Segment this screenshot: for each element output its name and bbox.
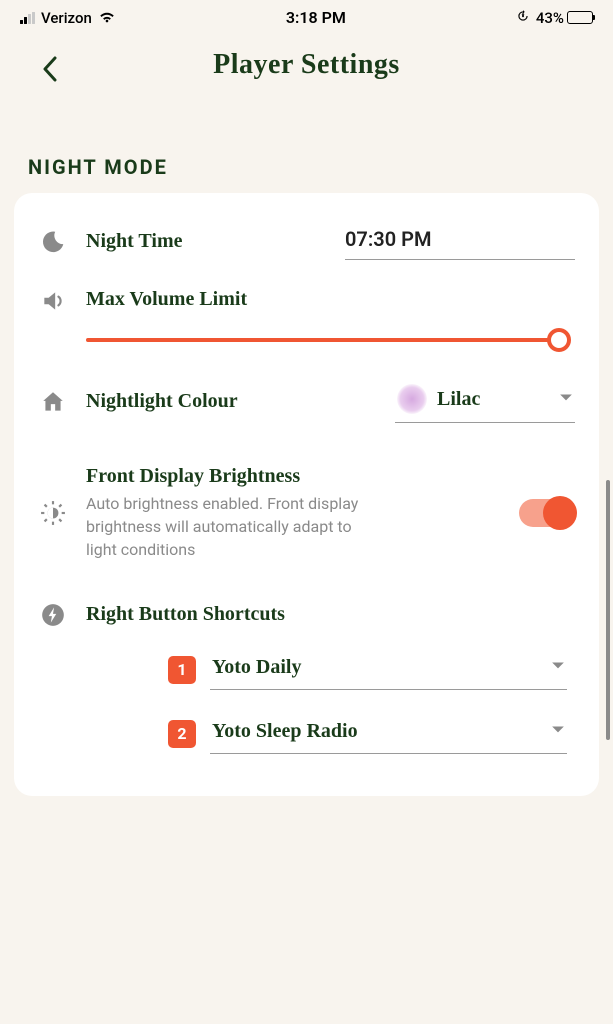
shortcuts-row: Right Button Shortcuts bbox=[38, 582, 575, 638]
shortcut-value-1: Yoto Daily bbox=[212, 656, 301, 679]
brightness-toggle[interactable] bbox=[519, 499, 575, 527]
shortcut-item-1: 1 Yoto Daily bbox=[168, 638, 567, 702]
shortcut-select-1[interactable]: Yoto Daily bbox=[210, 650, 567, 690]
colour-swatch bbox=[397, 384, 427, 414]
slider-track bbox=[86, 338, 569, 342]
chevron-down-icon bbox=[551, 658, 565, 677]
shortcut-value-2: Yoto Sleep Radio bbox=[212, 720, 358, 743]
cellular-signal-icon bbox=[20, 12, 35, 24]
lightning-icon bbox=[38, 602, 68, 628]
shortcut-badge-1: 1 bbox=[168, 656, 196, 684]
max-volume-label: Max Volume Limit bbox=[86, 288, 247, 311]
nightlight-colour-label: Nightlight Colour bbox=[86, 390, 238, 413]
toggle-knob bbox=[543, 496, 577, 530]
scroll-indicator[interactable] bbox=[606, 480, 610, 740]
status-bar: Verizon 3:18 PM 43% bbox=[0, 0, 613, 31]
chevron-down-icon bbox=[559, 390, 573, 409]
page-title: Player Settings bbox=[213, 49, 400, 81]
night-time-row: Night Time 07:30 PM bbox=[38, 213, 575, 278]
brightness-icon bbox=[38, 500, 68, 526]
chevron-left-icon bbox=[42, 56, 58, 82]
home-icon bbox=[38, 389, 68, 415]
battery-percent: 43% bbox=[536, 9, 564, 27]
header: Player Settings bbox=[0, 31, 613, 109]
section-night-mode-label: NIGHT MODE bbox=[0, 109, 613, 193]
chevron-down-icon bbox=[551, 722, 565, 741]
night-time-label: Night Time bbox=[86, 230, 183, 253]
shortcut-select-2[interactable]: Yoto Sleep Radio bbox=[210, 714, 567, 754]
volume-icon bbox=[38, 288, 68, 314]
nightlight-colour-value: Lilac bbox=[437, 388, 480, 411]
slider-thumb[interactable] bbox=[547, 328, 571, 352]
battery-icon bbox=[567, 11, 593, 24]
max-volume-slider[interactable] bbox=[86, 324, 569, 358]
carrier-label: Verizon bbox=[41, 9, 92, 27]
nightlight-colour-picker[interactable]: Lilac bbox=[395, 380, 575, 423]
brightness-description: Auto brightness enabled. Front display b… bbox=[86, 492, 386, 562]
moon-icon bbox=[38, 229, 68, 255]
nightlight-colour-row: Nightlight Colour Lilac bbox=[38, 358, 575, 445]
night-time-field[interactable]: 07:30 PM bbox=[345, 223, 575, 260]
shortcut-item-2: 2 Yoto Sleep Radio bbox=[168, 702, 567, 766]
brightness-row: Front Display Brightness Auto brightness… bbox=[38, 445, 575, 582]
status-time: 3:18 PM bbox=[286, 8, 346, 27]
back-button[interactable] bbox=[30, 49, 70, 89]
max-volume-row: Max Volume Limit bbox=[38, 278, 575, 358]
brightness-label: Front Display Brightness bbox=[86, 465, 501, 488]
wifi-icon bbox=[98, 9, 116, 27]
shortcuts-label: Right Button Shortcuts bbox=[86, 603, 285, 626]
shortcut-badge-2: 2 bbox=[168, 720, 196, 748]
rotation-lock-icon bbox=[516, 9, 530, 27]
night-mode-card: Night Time 07:30 PM Max Volume Limit Nig… bbox=[14, 193, 599, 796]
